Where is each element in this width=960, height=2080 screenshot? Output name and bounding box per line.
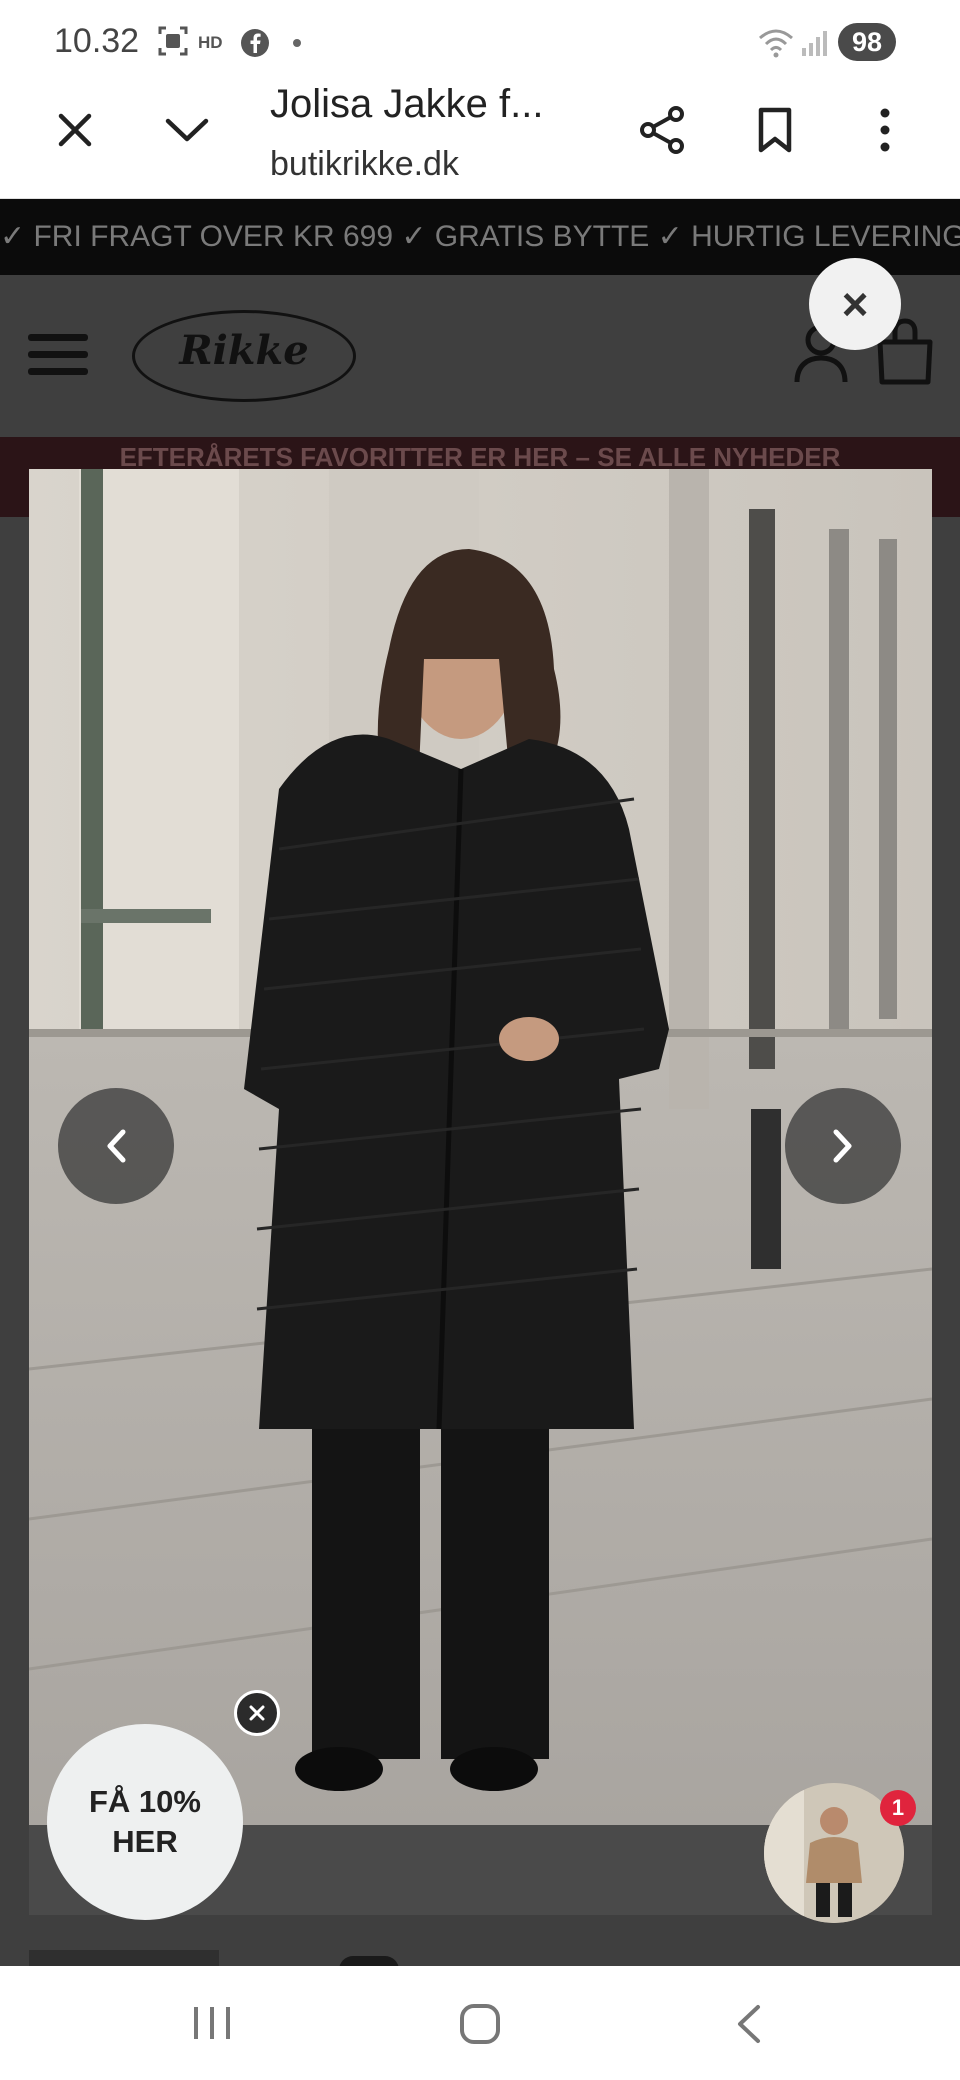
- close-icon: [58, 113, 92, 147]
- discount-close-button[interactable]: [234, 1690, 280, 1736]
- chevron-left-icon: [107, 1129, 126, 1163]
- close-tab-button[interactable]: [40, 95, 110, 165]
- chevron-down-icon: [165, 118, 209, 142]
- back-icon[interactable]: [732, 2003, 766, 2045]
- minimize-tab-button[interactable]: [152, 95, 222, 165]
- dot-icon: [293, 39, 301, 47]
- status-time: 10.32: [54, 22, 140, 60]
- recent-apps-icon[interactable]: [190, 2003, 236, 2043]
- previous-image-button[interactable]: [58, 1088, 174, 1204]
- page-url[interactable]: butikrikke.dk: [270, 145, 459, 184]
- close-icon: ×: [841, 278, 869, 330]
- hd-icon: HD: [198, 33, 223, 52]
- bookmark-icon: [758, 107, 792, 153]
- share-button[interactable]: [628, 95, 698, 165]
- battery-indicator: 98: [838, 23, 896, 61]
- discount-line1: FÅ 10%: [89, 1784, 201, 1819]
- svg-text:HD: HD: [198, 33, 223, 52]
- promo-bar: ✓ FRI FRAGT OVER KR 699 ✓ GRATIS BYTTE ✓…: [0, 199, 960, 275]
- site-logo[interactable]: Rikke: [132, 310, 356, 402]
- page-title[interactable]: Jolisa Jakke f...: [270, 82, 543, 127]
- signal-icon: [802, 31, 827, 56]
- chevron-right-icon: [833, 1129, 852, 1163]
- logo-text: Rikke: [179, 327, 309, 374]
- more-vert-icon: [880, 108, 890, 152]
- hamburger-menu-icon[interactable]: [28, 330, 88, 378]
- next-image-button[interactable]: [785, 1088, 901, 1204]
- screenshot-icon: [158, 26, 188, 56]
- close-icon: [249, 1705, 265, 1721]
- facebook-icon: [241, 29, 269, 57]
- share-icon: [640, 106, 684, 154]
- wifi-icon: [759, 29, 793, 58]
- discount-line2: HER: [112, 1824, 178, 1859]
- more-options-button[interactable]: [850, 95, 920, 165]
- discount-bubble[interactable]: FÅ 10% HER: [47, 1724, 243, 1920]
- bookmark-button[interactable]: [740, 95, 810, 165]
- close-lightbox-button[interactable]: ×: [809, 258, 901, 350]
- home-icon[interactable]: [458, 2002, 502, 2046]
- notification-badge: 1: [880, 1790, 916, 1826]
